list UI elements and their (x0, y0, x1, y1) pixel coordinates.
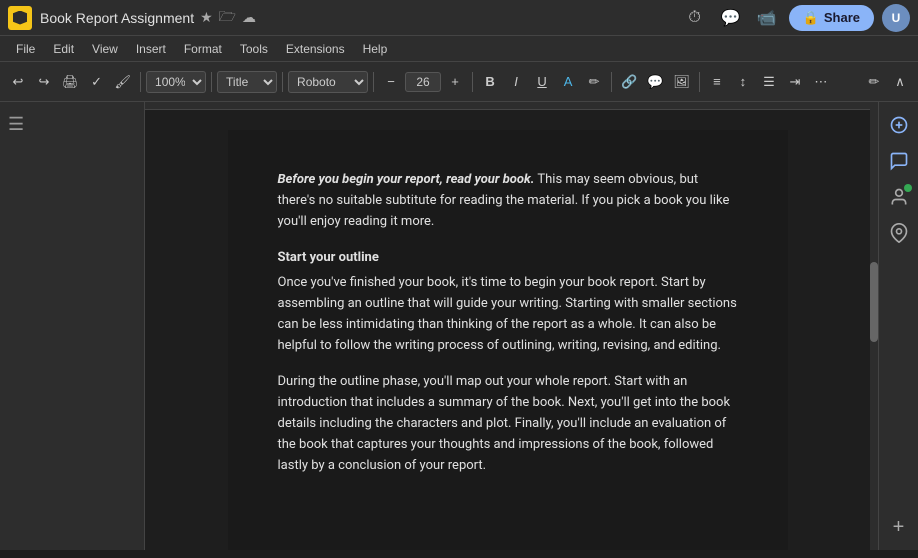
italic-button[interactable]: I (504, 68, 528, 96)
paragraph-1-bold: Before you begin your report, read your … (278, 172, 535, 187)
history-button[interactable]: ⏱ (681, 4, 709, 32)
menu-format[interactable]: Format (176, 40, 230, 58)
style-select[interactable]: Title (217, 71, 277, 93)
link-button[interactable]: 🔗 (617, 68, 641, 96)
spellcheck-button[interactable]: ✓ (85, 68, 109, 96)
color-button[interactable]: A (556, 68, 580, 96)
menu-insert[interactable]: Insert (128, 40, 174, 58)
font-select[interactable]: Roboto (288, 71, 368, 93)
share-button[interactable]: 🔒 Share (789, 5, 874, 31)
paragraph-1: Before you begin your report, read your … (278, 170, 738, 232)
menu-view[interactable]: View (84, 40, 126, 58)
spacing-button[interactable]: ↕ (731, 68, 755, 96)
app-icon (8, 6, 32, 30)
heading-2: Start your outline (278, 248, 738, 269)
underline-button[interactable]: U (530, 68, 554, 96)
title-bar: Book Report Assignment ★ 🗁 ☁ ⏱ 💬 📹 🔒 Sha… (0, 0, 918, 36)
left-panel: ☰ (0, 102, 145, 550)
redo-button[interactable]: ↪ (32, 68, 56, 96)
divider-7 (699, 72, 700, 92)
doc-title: Book Report Assignment (40, 10, 194, 26)
print-button[interactable]: 🖨 (58, 68, 83, 96)
divider-5 (472, 72, 473, 92)
menu-extensions[interactable]: Extensions (278, 40, 353, 58)
sidebar-chat-icon[interactable] (884, 146, 914, 176)
chat-button[interactable]: 💬 (717, 4, 745, 32)
menu-help[interactable]: Help (355, 40, 396, 58)
folder-icon[interactable]: 🗁 (219, 6, 236, 30)
menu-tools[interactable]: Tools (232, 40, 276, 58)
scrollbar-thumb[interactable] (870, 262, 878, 342)
title-icons: ★ 🗁 ☁ (200, 6, 256, 30)
toolbar: ↩ ↪ 🖨 ✓ 🖌 100% Title Roboto − + B I U A … (0, 62, 918, 102)
divider-1 (140, 72, 141, 92)
paragraph-3: During the outline phase, you'll map out… (278, 372, 738, 476)
lock-icon: 🔒 (803, 10, 819, 26)
star-icon[interactable]: ★ (200, 9, 213, 26)
undo-button[interactable]: ↩ (6, 68, 30, 96)
main-area: ☰ Before you begin your report, read you… (0, 102, 918, 550)
paint-format-button[interactable]: 🖌 (111, 68, 136, 96)
menu-file[interactable]: File (8, 40, 43, 58)
align-button[interactable]: ≡ (705, 68, 729, 96)
divider-6 (611, 72, 612, 92)
pen-button[interactable]: ✏ (862, 68, 886, 96)
highlight-button[interactable]: ✏ (582, 68, 606, 96)
doc-area: Before you begin your report, read your … (145, 102, 870, 550)
share-label: Share (824, 10, 860, 25)
font-size-input[interactable] (405, 72, 441, 92)
collapse-button[interactable]: ∧ (888, 68, 912, 96)
decrease-font-button[interactable]: − (379, 68, 403, 96)
outline-icon[interactable]: ☰ (8, 114, 40, 146)
sidebar-add-icon[interactable]: + (884, 512, 914, 542)
divider-4 (373, 72, 374, 92)
divider-3 (282, 72, 283, 92)
more-button[interactable]: ⋯ (809, 68, 833, 96)
sidebar-mappin-icon[interactable] (884, 218, 914, 248)
page: Before you begin your report, read your … (228, 130, 788, 550)
cloud-icon[interactable]: ☁ (242, 9, 256, 26)
ruler-horizontal (145, 102, 870, 110)
bold-button[interactable]: B (478, 68, 502, 96)
avatar: U (882, 4, 910, 32)
comment-button[interactable]: 💬 (643, 68, 667, 96)
right-sidebar: + (878, 102, 918, 550)
header-right: ⏱ 💬 📹 🔒 Share U (681, 4, 910, 32)
scrollbar[interactable] (870, 102, 878, 550)
image-button[interactable]: 🖼 (669, 68, 694, 96)
person-dot (904, 184, 912, 192)
video-button[interactable]: 📹 (753, 4, 781, 32)
menu-edit[interactable]: Edit (45, 40, 82, 58)
paragraph-2: Once you've finished your book, it's tim… (278, 273, 738, 356)
increase-font-button[interactable]: + (443, 68, 467, 96)
indent-button[interactable]: ⇥ (783, 68, 807, 96)
divider-2 (211, 72, 212, 92)
list-button[interactable]: ☰ (757, 68, 781, 96)
page-container: Before you begin your report, read your … (228, 130, 788, 550)
zoom-select[interactable]: 100% (146, 71, 206, 93)
sidebar-person-icon[interactable] (884, 182, 914, 212)
sidebar-explore-icon[interactable] (884, 110, 914, 140)
menu-bar: File Edit View Insert Format Tools Exten… (0, 36, 918, 62)
